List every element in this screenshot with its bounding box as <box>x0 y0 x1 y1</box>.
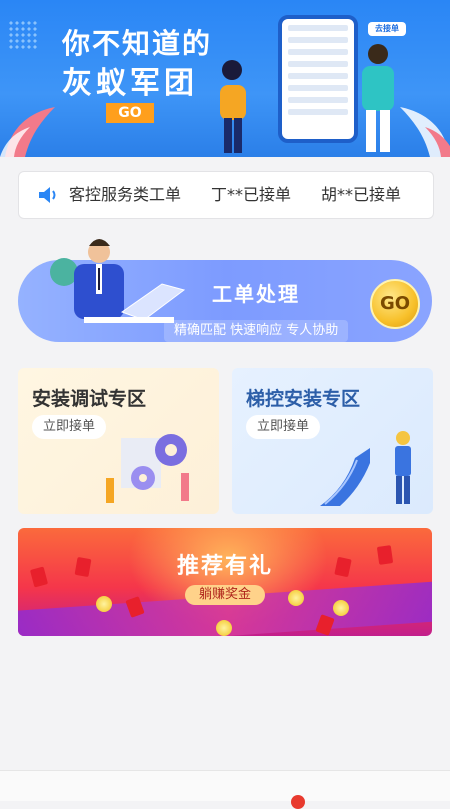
install-debug-zone[interactable]: 安装调试专区 立即接单 <box>18 368 219 514</box>
coin-icon <box>96 596 112 612</box>
hero-banner[interactable]: 你不知道的 灰蚁军团 GO 去接单 <box>0 0 450 157</box>
accept-bubble: 去接单 <box>368 22 406 36</box>
escalator-worker-icon <box>320 431 411 506</box>
coin-icon <box>288 590 304 606</box>
zone-title: 梯控安装专区 <box>246 388 361 410</box>
speaker-icon <box>39 187 56 203</box>
notice-item: 胡**已接单 <box>321 185 402 204</box>
accept-order-button[interactable]: 立即接单 <box>246 415 320 439</box>
elevator-install-zone[interactable]: 梯控安装专区 立即接单 <box>232 368 433 514</box>
coin-icon <box>333 600 349 616</box>
work-order-go-button[interactable]: GO <box>370 279 420 329</box>
referral-promo-banner[interactable]: 推荐有礼 躺赚奖金 <box>18 528 432 636</box>
leaf-decoration-icon <box>0 107 55 157</box>
notice-item: 客控服务类工单 <box>69 185 182 204</box>
leaf-decoration-right-icon <box>400 107 450 157</box>
dot-pattern <box>8 20 38 50</box>
zone-title: 安装调试专区 <box>32 388 147 410</box>
promo-button[interactable]: 躺赚奖金 <box>185 585 265 605</box>
notification-dot <box>291 795 305 809</box>
notice-item: 丁**已接单 <box>211 185 292 204</box>
gear-workers-icon <box>106 434 189 503</box>
notice-scroll: 客控服务类工单 丁**已接单 胡**已接单 <box>69 172 423 218</box>
work-order-title: 工单处理 <box>212 282 300 306</box>
banner-headline-2: 灰蚁军团 <box>62 66 198 101</box>
laptop-worker-icon <box>50 239 186 323</box>
coin-icon <box>216 620 232 636</box>
woman-illustration-icon <box>220 60 246 153</box>
promo-title: 推荐有礼 <box>176 554 273 579</box>
phone-illustration <box>278 15 358 143</box>
banner-headline-1: 你不知道的 <box>62 27 213 60</box>
accept-order-button[interactable]: 立即接单 <box>32 415 106 439</box>
notice-bar[interactable]: 客控服务类工单 丁**已接单 胡**已接单 <box>18 171 434 219</box>
bottom-tab-bar <box>0 770 450 809</box>
banner-go-button[interactable]: GO <box>106 103 154 123</box>
